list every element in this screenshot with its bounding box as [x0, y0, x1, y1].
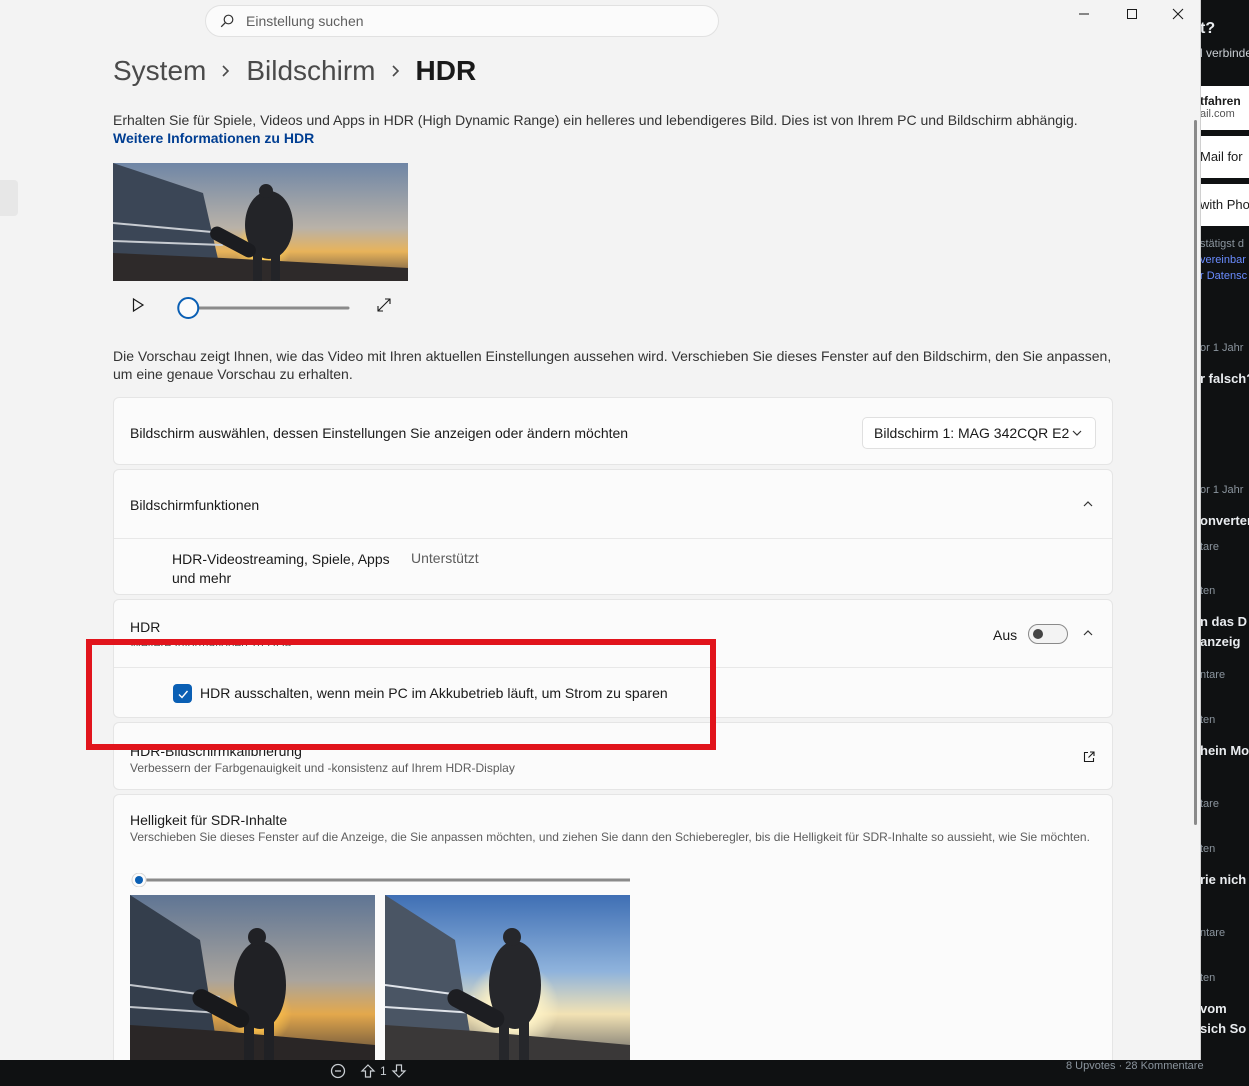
bg-text[interactable]: n das D	[1200, 614, 1247, 629]
bg-text: Mail for	[1200, 149, 1243, 164]
bg-text[interactable]: sich So	[1200, 1021, 1246, 1036]
toggle-knob	[1033, 629, 1043, 639]
breadcrumb: System Bildschirm HDR	[113, 55, 476, 87]
bg-text[interactable]: anzeig	[1200, 634, 1240, 649]
bg-text: tare	[1200, 798, 1219, 810]
upvote-arrow-icon[interactable]	[360, 1063, 376, 1079]
bg-text: t?	[1200, 20, 1216, 37]
bg-text: stätigst d	[1200, 238, 1245, 250]
slider-thumb-dot	[135, 876, 143, 884]
vote-count: 1	[380, 1064, 387, 1078]
display-dropdown-value: Bildschirm 1: MAG 342CQR E2	[874, 425, 1070, 441]
search-icon	[220, 14, 234, 28]
sdr-image	[130, 895, 375, 1060]
bg-text: ail.com	[1200, 108, 1235, 120]
bg-text: ten	[1200, 585, 1216, 597]
hdr-toggle-label: Aus	[993, 627, 1018, 643]
nav-selection-stub[interactable]	[0, 180, 18, 216]
close-icon[interactable]	[1170, 6, 1186, 22]
bg-text: or 1 Jahr	[1200, 342, 1244, 354]
bg-text[interactable]: vom	[1200, 1001, 1227, 1016]
display-select-label: Bildschirm auswählen, dessen Einstellung…	[130, 425, 629, 441]
fullscreen-icon[interactable]	[376, 297, 392, 313]
page-title: HDR	[415, 55, 477, 86]
vote-box: 1	[330, 1063, 407, 1079]
play-icon[interactable]	[130, 297, 146, 313]
slider-thumb[interactable]	[177, 297, 200, 319]
bg-text[interactable]: r falsch?	[1200, 371, 1249, 386]
breadcrumb-separator	[206, 64, 246, 78]
bg-text: ntare	[1200, 927, 1226, 939]
bg-link[interactable]: r Datensc	[1200, 270, 1247, 282]
minimize-icon[interactable]	[1076, 6, 1092, 22]
bg-text[interactable]: hein Mo	[1200, 743, 1249, 758]
sdr-sample-image	[130, 895, 375, 1060]
intro-description: Erhalten Sie für Spiele, Videos und Apps…	[113, 112, 1078, 128]
capabilities-header[interactable]: Bildschirmfunktionen	[114, 470, 1112, 538]
bg-text: or 1 Jahr	[1200, 484, 1244, 496]
hdr-preview-video	[113, 163, 408, 281]
minus-circle-icon[interactable]	[330, 1063, 346, 1079]
scrollbar[interactable]	[1194, 120, 1197, 825]
bg-text: ten	[1200, 714, 1216, 726]
capability-status: Unterstützt	[411, 550, 479, 566]
settings-window: Einstellung suchen System Bildschirm HDR…	[0, 0, 1201, 1060]
external-link-icon[interactable]	[1082, 750, 1096, 764]
hdr-title: HDR	[130, 619, 161, 635]
bg-text: tfahren	[1200, 94, 1241, 108]
divider	[114, 538, 1112, 539]
bg-link[interactable]: vereinbar	[1200, 254, 1246, 266]
hdr-sample-image	[385, 895, 630, 1060]
chevron-right-icon	[391, 65, 399, 77]
annotation-highlight-box	[86, 639, 716, 750]
chevron-up-icon[interactable]	[1082, 498, 1094, 510]
display-select-card: Bildschirm auswählen, dessen Einstellung…	[113, 397, 1113, 465]
video-progress-slider[interactable]	[171, 297, 351, 319]
sdr-title: Helligkeit für SDR-Inhalte	[130, 812, 288, 828]
sdr-subtitle: Verschieben Sie dieses Fenster auf die A…	[130, 830, 1090, 844]
calibration-subtitle: Verbessern der Farbgenauigkeit und -kons…	[130, 761, 515, 775]
display-capabilities-card: Bildschirmfunktionen HDR-Videostreaming,…	[113, 469, 1113, 595]
video-player-controls	[113, 290, 408, 326]
bg-text: ten	[1200, 972, 1216, 984]
display-dropdown[interactable]: Bildschirm 1: MAG 342CQR E2	[862, 417, 1096, 449]
post-meta: 8 Upvotes · 28 Kommentare	[1066, 1060, 1204, 1072]
capabilities-title: Bildschirmfunktionen	[130, 497, 260, 513]
sdr-brightness-slider[interactable]	[130, 873, 630, 887]
hdr-image	[385, 895, 630, 1060]
bg-text: with Pho	[1200, 197, 1249, 212]
breadcrumb-separator	[376, 64, 416, 78]
sdr-brightness-card: Helligkeit für SDR-Inhalte Verschieben S…	[113, 794, 1113, 1060]
bg-text: ten	[1200, 843, 1216, 855]
maximize-icon[interactable]	[1124, 6, 1140, 22]
search-placeholder[interactable]: Einstellung suchen	[246, 13, 364, 29]
bg-text[interactable]: rie nich	[1200, 872, 1246, 887]
bg-text: ntare	[1200, 669, 1226, 681]
learn-more-link[interactable]: Weitere Informationen zu HDR	[113, 130, 314, 146]
chevron-down-icon	[1072, 430, 1082, 436]
bg-text: tare	[1200, 541, 1219, 553]
hdr-toggle[interactable]	[1028, 624, 1068, 644]
intro-text: Erhalten Sie für Spiele, Videos und Apps…	[113, 111, 1118, 147]
preview-note: Die Vorschau zeigt Ihnen, wie das Video …	[113, 348, 1112, 382]
chevron-up-icon[interactable]	[1082, 627, 1094, 639]
background-bottom-bar: 1 8 Upvotes · 28 Kommentare	[0, 1060, 1249, 1086]
breadcrumb-system[interactable]: System	[113, 55, 206, 87]
search-box[interactable]: Einstellung suchen	[205, 5, 719, 37]
bg-text: l verbinde	[1200, 46, 1249, 60]
bg-text[interactable]: onverter	[1200, 513, 1249, 528]
capability-feature: HDR-Videostreaming, Spiele, Apps und meh…	[172, 551, 390, 586]
breadcrumb-bildschirm[interactable]: Bildschirm	[246, 55, 375, 87]
downvote-arrow-icon[interactable]	[391, 1063, 407, 1079]
chevron-right-icon	[222, 65, 230, 77]
preview-image	[113, 163, 408, 281]
